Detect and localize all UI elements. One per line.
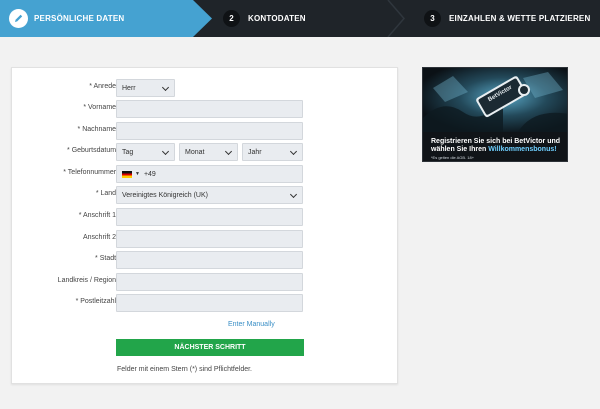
region-label: Landkreis / Region: [57,277,118,284]
registration-steps: PERSÖNLICHE DATEN 2 KONTODATEN 3 EINZAHL… [0,0,600,37]
postleitzahl-input[interactable] [116,294,303,312]
row-postleitzahl: * Postleitzahl: [12,294,399,312]
promo-bonus-highlight: Willkommensbonus! [488,146,557,153]
anschrift2-input[interactable] [116,230,303,248]
pencil-icon [9,9,28,28]
row-anrede: * Anrede: Herr [12,79,399,97]
anrede-value: Herr [122,84,136,92]
birth-month-select[interactable]: Monat [179,143,238,161]
step2-label: KONTODATEN [248,14,306,23]
promo-banner[interactable]: BetVictor Registrieren Sie sich bei BetV… [422,67,568,162]
geburtsdatum-label: * Geburtsdatum: [67,147,118,154]
stadt-input[interactable] [116,251,303,269]
step2-number: 2 [223,10,240,27]
anrede-label: * Anrede: [89,83,118,90]
step-personal-data: PERSÖNLICHE DATEN [0,0,212,37]
row-anschrift1: * Anschrift 1: [12,208,399,226]
anrede-select[interactable]: Herr [116,79,175,97]
promo-headline-line2: wählen Sie Ihren Willkommensbonus! [431,146,557,153]
promo-headline-line1: Registrieren Sie sich bei BetVictor und [431,138,561,145]
personal-data-form: * Anrede: Herr * Vorname: * Nachname: * … [11,67,398,384]
row-land: * Land: Vereinigtes Königreich (UK) [12,186,399,204]
promo-terms: *Es gelten die AGB. 18+ [431,155,475,160]
step3-label: EINZAHLEN & WETTE PLATZIEREN [449,14,591,23]
telefon-input[interactable]: ▼ +49 [116,165,303,183]
region-input[interactable] [116,273,303,291]
step1-label: PERSÖNLICHE DATEN [34,14,125,23]
anschrift1-label: * Anschrift 1: [78,212,118,219]
row-nachname: * Nachname: [12,122,399,140]
telefon-label: * Telefonnummer: [63,169,118,176]
nachname-input[interactable] [116,122,303,140]
row-region: Landkreis / Region: [12,273,399,291]
row-vorname: * Vorname: [12,100,399,118]
anschrift1-input[interactable] [116,208,303,226]
land-select[interactable]: Vereinigtes Königreich (UK) [116,186,303,204]
step-separator-icon [387,0,405,37]
row-telefon: * Telefonnummer: ▼ +49 [12,165,399,183]
required-fields-note: Felder mit einem Stern (*) sind Pflichtf… [117,366,252,373]
birth-year-value: Jahr [248,148,262,156]
stadt-label: * Stadt: [95,255,118,262]
birth-year-select[interactable]: Jahr [242,143,303,161]
promo-line2-prefix: wählen Sie Ihren [431,146,489,153]
enter-manually-link[interactable]: Enter Manually [228,321,275,328]
vorname-input[interactable] [116,100,303,118]
row-anschrift2: Anschrift 2: [12,230,399,248]
anschrift2-label: Anschrift 2: [82,234,118,241]
birth-day-select[interactable]: Tag [116,143,175,161]
row-stadt: * Stadt: [12,251,399,269]
next-step-button[interactable]: NÄCHSTER SCHRITT [116,339,304,356]
postleitzahl-label: * Postleitzahl: [75,298,118,305]
step3-number: 3 [424,10,441,27]
telefon-prefix: +49 [143,170,156,178]
step-deposit-bet: 3 EINZAHLEN & WETTE PLATZIEREN [424,10,590,27]
caret-down-icon[interactable]: ▼ [135,171,140,177]
land-value: Vereinigtes Königreich (UK) [122,191,208,199]
vorname-label: * Vorname: [83,104,118,111]
land-label: * Land: [95,190,118,197]
nachname-label: * Nachname: [77,126,118,133]
germany-flag-icon[interactable] [122,170,132,178]
birth-day-value: Tag [122,148,134,156]
step-account-data: 2 KONTODATEN [223,10,306,27]
row-geburtsdatum: * Geburtsdatum: Tag Monat Jahr [12,143,399,161]
birth-month-value: Monat [185,148,205,156]
